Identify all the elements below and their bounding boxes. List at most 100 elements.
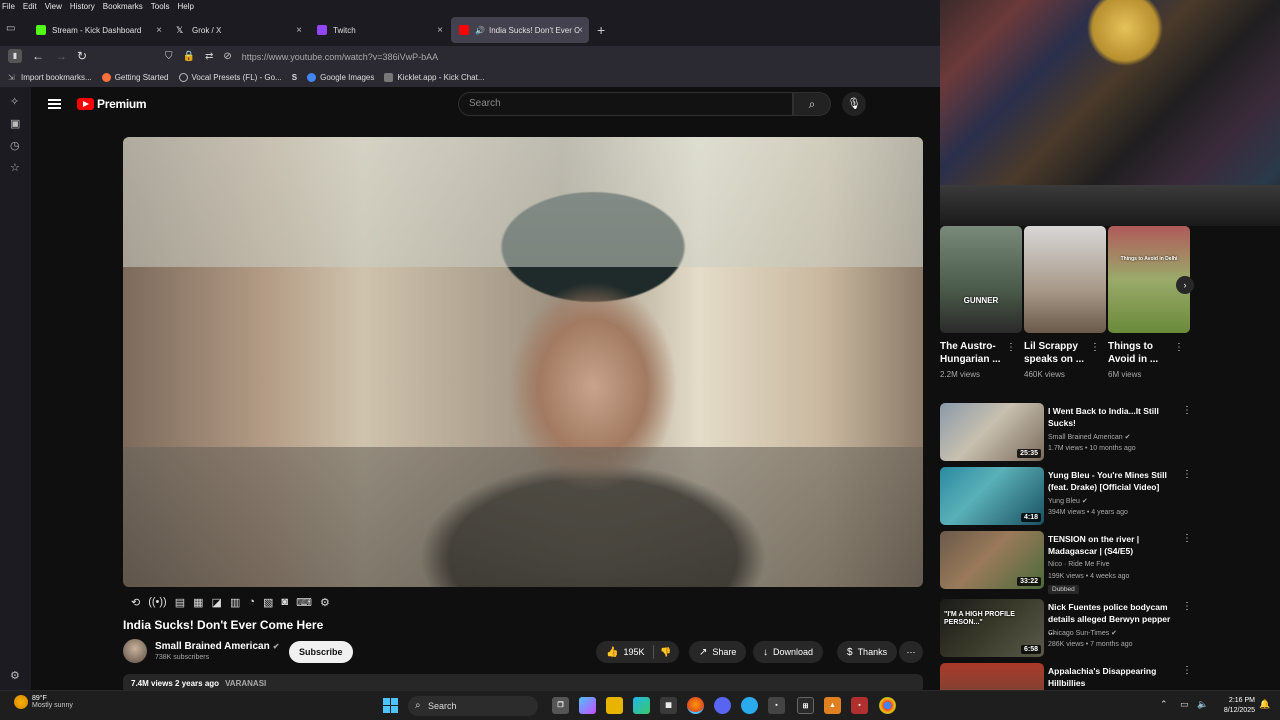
recommended-video[interactable]: 33:22 TENSION on the river | Madagascar … — [940, 531, 1192, 594]
audio-mode-icon[interactable]: ((•)) — [148, 596, 167, 608]
back-icon[interactable]: ← — [32, 49, 44, 63]
channel-avatar[interactable] — [123, 639, 147, 663]
clock[interactable]: 2:16 PM 8/12/2025 — [1223, 696, 1255, 716]
firefox-taskbar-icon[interactable] — [687, 697, 704, 714]
like-button[interactable]: 👍 195K — [606, 647, 644, 658]
edge-icon[interactable] — [633, 697, 650, 714]
menu-tools[interactable]: Tools — [151, 2, 170, 11]
keyboard-icon[interactable]: ⌨ — [296, 596, 312, 609]
taskbar-search[interactable]: ⌕ Search — [408, 696, 538, 716]
bookmark-import[interactable]: ⇲ Import bookmarks... — [8, 73, 92, 82]
more-vertical-icon[interactable]: ⋮ — [1174, 342, 1184, 353]
notification-bell-icon[interactable]: 🔔 — [1259, 699, 1270, 710]
permissions-icon[interactable]: ⇄ — [205, 51, 213, 62]
close-icon[interactable]: × — [296, 25, 302, 36]
more-vertical-icon[interactable]: ⋮ — [1182, 405, 1192, 416]
menu-edit[interactable]: Edit — [23, 2, 37, 11]
chrome-icon[interactable] — [879, 697, 896, 714]
recommended-video[interactable]: "I'M A HIGH PROFILE PERSON..." 6:58 Nick… — [940, 599, 1192, 661]
history-icon[interactable]: ◷ — [10, 139, 20, 152]
voice-search-button[interactable]: 🎙 — [842, 92, 866, 116]
close-icon[interactable]: × — [577, 25, 583, 36]
menu-file[interactable]: File — [2, 2, 15, 11]
synced-tabs-icon[interactable]: ▣ — [10, 117, 20, 130]
subtitles-icon[interactable]: ▥ — [230, 596, 240, 609]
video-title[interactable]: I Went Back to India...It Still Sucks! — [1048, 405, 1176, 429]
shorts-next-button[interactable]: › — [1176, 276, 1194, 294]
hamburger-menu-icon[interactable] — [48, 99, 61, 109]
bookmark-vocal-presets[interactable]: Vocal Presets (FL) - Go... — [178, 72, 282, 82]
store-icon[interactable]: ▦ — [660, 697, 677, 714]
dislike-button[interactable]: 👎 — [660, 641, 671, 663]
location-tag[interactable]: VARANASI — [225, 679, 266, 688]
subscribe-button[interactable]: Subscribe — [289, 641, 353, 663]
short-title[interactable]: Things to Avoid in ... — [1108, 340, 1178, 366]
video-thumbnail[interactable]: 33:22 — [940, 531, 1044, 589]
short-thumbnail[interactable]: GUNNER — [940, 226, 1022, 333]
cast-icon[interactable]: ▤ — [175, 596, 185, 609]
video-thumbnail[interactable]: 4:18 — [940, 467, 1044, 525]
resize-icon[interactable]: ◪ — [212, 596, 222, 609]
menu-view[interactable]: View — [45, 2, 62, 11]
lock-icon[interactable]: 🔒 — [183, 51, 195, 62]
menu-history[interactable]: History — [70, 2, 95, 11]
settings-gear-icon[interactable]: ⚙ — [320, 596, 330, 609]
video-title[interactable]: TENSION on the river | Madagascar | (S4/… — [1048, 533, 1176, 557]
video-title[interactable]: Yung Bleu - You're Mines Still (feat. Dr… — [1048, 469, 1176, 493]
video-thumbnail[interactable] — [940, 663, 1044, 690]
volume-icon[interactable]: 🔈 — [1197, 699, 1208, 709]
download-button[interactable]: ↓ Download — [753, 641, 824, 663]
video-thumbnail[interactable]: 25:35 — [940, 403, 1044, 461]
short-title[interactable]: The Austro-Hungarian ... — [940, 340, 1010, 366]
sidebar-toggle-icon[interactable]: ▮ — [8, 49, 22, 63]
new-tab-icon[interactable]: + — [597, 22, 605, 38]
speaker-icon[interactable]: 🔊 — [475, 26, 485, 35]
start-button[interactable] — [383, 698, 399, 714]
telegram-icon[interactable] — [741, 697, 758, 714]
search-button[interactable]: ⌕ — [793, 92, 831, 116]
more-vertical-icon[interactable]: ⋮ — [1182, 533, 1192, 544]
youtube-logo[interactable]: Premium — [77, 97, 147, 111]
task-view-icon[interactable]: ❐ — [552, 697, 569, 714]
discord-icon[interactable] — [714, 697, 731, 714]
bookmark-getting-started[interactable]: Getting Started — [101, 72, 169, 82]
chevron-up-icon[interactable]: ⌃ — [1160, 699, 1168, 709]
close-icon[interactable]: × — [156, 25, 162, 36]
forward-icon[interactable]: → — [55, 49, 67, 63]
url-bar[interactable]: ⛉ 🔒 ⇄ ⊘ https://www.youtube.com/watch?v=… — [165, 47, 935, 66]
bookmark-kicklet[interactable]: Kicklet.app - Kick Chat... — [384, 72, 485, 82]
short-title[interactable]: Lil Scrappy speaks on ... — [1024, 340, 1094, 366]
menu-help[interactable]: Help — [177, 2, 193, 11]
more-actions-button[interactable]: ⋯ — [899, 641, 923, 663]
video-thumbnail[interactable]: "I'M A HIGH PROFILE PERSON..." 6:58 — [940, 599, 1044, 657]
app-icon[interactable]: ▪ — [768, 697, 785, 714]
more-vertical-icon[interactable]: ⋮ — [1006, 342, 1016, 353]
video-player[interactable] — [123, 137, 923, 587]
channel-name[interactable]: Chicago Sun-Times ✔ — [1048, 629, 1117, 637]
more-vertical-icon[interactable]: ⋮ — [1182, 469, 1192, 480]
description-box[interactable]: 7.4M views 2 years ago VARANASI — [123, 674, 923, 690]
loop-icon[interactable]: ⟲ — [131, 596, 140, 609]
more-vertical-icon[interactable]: ⋮ — [1182, 601, 1192, 612]
channel-name[interactable]: Yung Bleu ✔ — [1048, 497, 1088, 505]
tab-youtube-active[interactable]: 🔊 India Sucks! Don't Ever Com × — [451, 17, 589, 43]
recommended-video[interactable]: Appalachia's Disappearing Hillbillies ⋮ — [940, 663, 1190, 690]
share-button[interactable]: ↗ Share — [689, 641, 747, 663]
obs-icon[interactable]: ⊞ — [797, 697, 814, 714]
file-explorer-icon[interactable] — [606, 697, 623, 714]
tab-twitch[interactable]: Twitch × — [309, 17, 449, 43]
thanks-button[interactable]: $ Thanks — [837, 641, 898, 663]
recommended-video[interactable]: 4:18 Yung Bleu - You're Mines Still (fea… — [940, 467, 1192, 529]
tab-grok[interactable]: 𝕏 Grok / X × — [168, 17, 308, 43]
more-vertical-icon[interactable]: ⋮ — [1182, 665, 1190, 676]
weather-widget[interactable]: 89°F Mostly sunny — [14, 695, 73, 709]
short-thumbnail[interactable] — [1024, 226, 1106, 333]
speed-icon[interactable]: ◔ — [248, 596, 255, 608]
search-input[interactable]: Search — [458, 92, 793, 116]
image-icon[interactable]: ▧ — [263, 596, 273, 609]
network-icon[interactable]: ▭ — [1180, 699, 1189, 709]
shield-icon[interactable]: ⛉ — [165, 51, 173, 62]
video-title[interactable]: Appalachia's Disappearing Hillbillies — [1048, 665, 1176, 689]
ai-chat-icon[interactable]: ✧ — [10, 95, 19, 108]
menu-bookmarks[interactable]: Bookmarks — [103, 2, 143, 11]
